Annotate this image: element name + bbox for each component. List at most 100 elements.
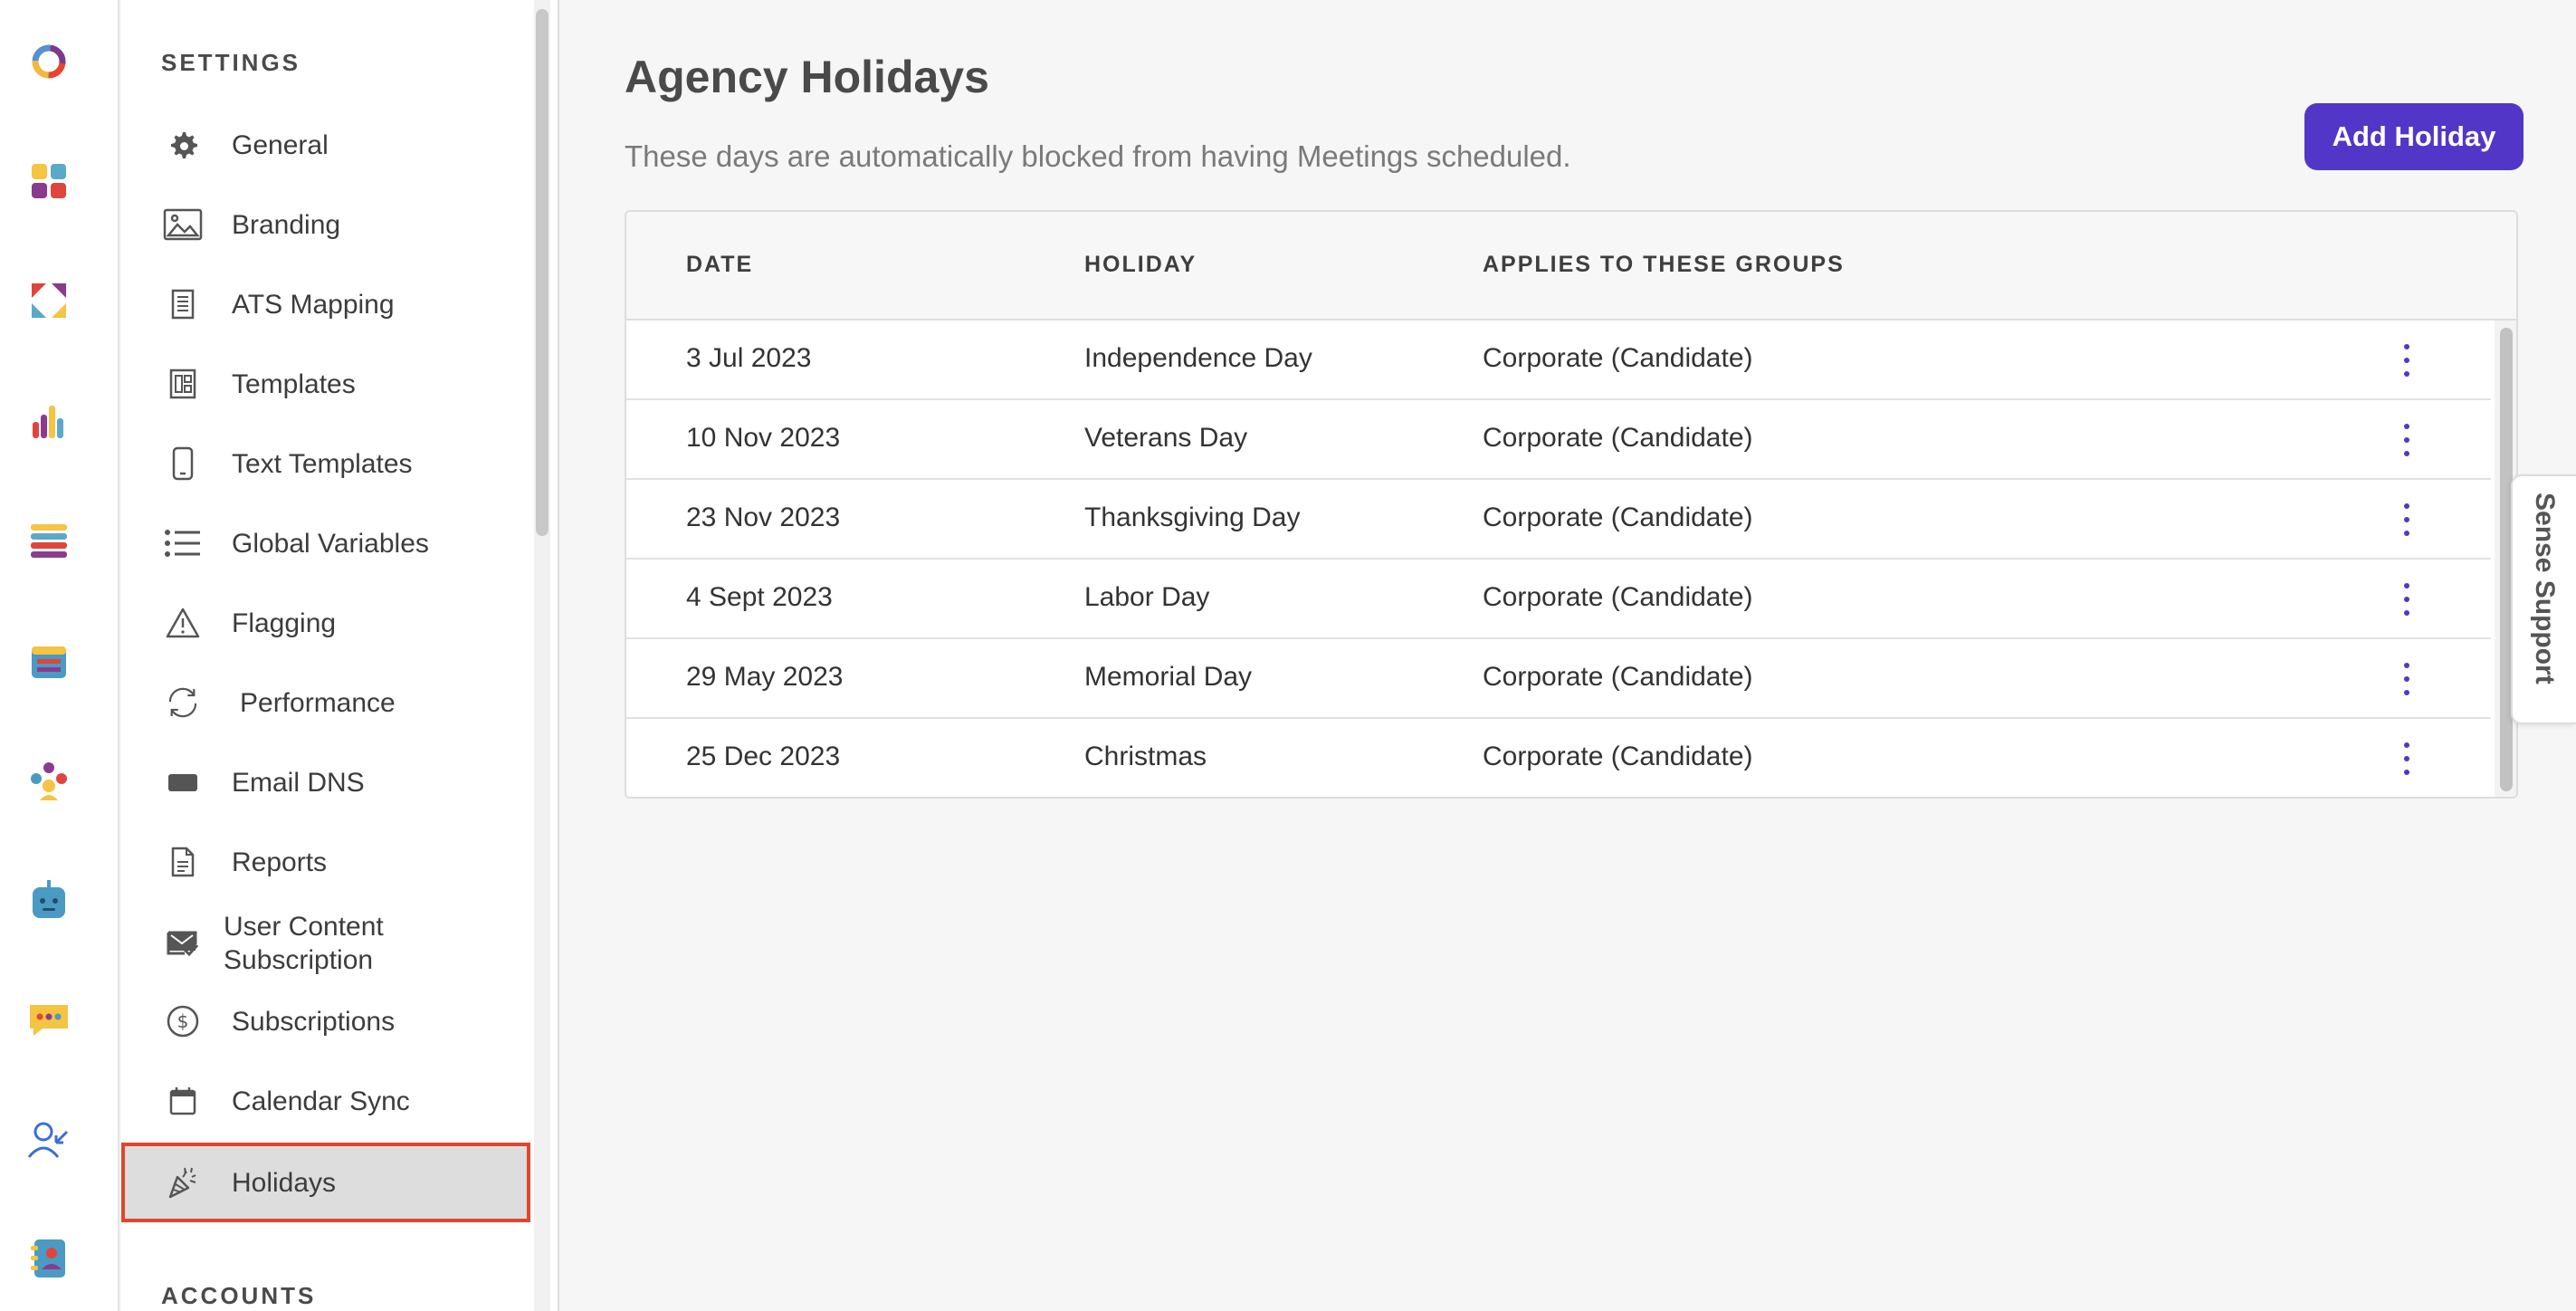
row-menu-icon[interactable] (2393, 659, 2420, 699)
apps-grid-icon[interactable] (24, 156, 74, 206)
cell-holiday: Christmas (1084, 742, 1207, 771)
calendar-icon[interactable] (24, 636, 74, 686)
row-menu-icon[interactable] (2393, 420, 2420, 460)
column-header-date[interactable]: DATE (686, 252, 753, 278)
sidebar-item-label: Holidays (232, 1167, 337, 1198)
sidebar-item-label: ATS Mapping (232, 289, 395, 320)
page-subtitle: These days are automatically blocked fro… (625, 139, 1571, 173)
robot-icon[interactable] (24, 875, 74, 925)
table-row[interactable]: 3 Jul 2023 Independence Day Corporate (C… (626, 321, 2491, 400)
arrows-exchange-icon[interactable] (24, 275, 74, 326)
sidebar-item-general[interactable]: General (121, 107, 529, 183)
holidays-table: DATE HOLIDAY APPLIES TO THESE GROUPS 3 J… (625, 210, 2518, 799)
bar-chart-icon[interactable] (24, 397, 74, 447)
sidebar-item-label: Email DNS (232, 767, 365, 798)
cell-groups: Corporate (Candidate) (1483, 343, 1753, 373)
table-row[interactable]: 25 Dec 2023 Christmas Corporate (Candida… (626, 719, 2491, 797)
refresh-icon (163, 683, 203, 722)
sidebar-item-label: General (232, 129, 329, 160)
cell-holiday: Memorial Day (1084, 662, 1253, 692)
sidebar-item-holidays[interactable]: Holidays (121, 1143, 530, 1222)
sidebar-item-label: Calendar Sync (232, 1086, 410, 1116)
row-menu-icon[interactable] (2393, 579, 2420, 619)
cell-date: 23 Nov 2023 (686, 502, 841, 532)
cell-groups: Corporate (Candidate) (1483, 742, 1753, 771)
document-list-icon (163, 284, 203, 324)
row-menu-icon[interactable] (2393, 739, 2420, 779)
sidebar-item-branding[interactable]: Branding (121, 187, 529, 263)
column-header-groups[interactable]: APPLIES TO THESE GROUPS (1483, 252, 1845, 278)
sidebar-item-performance[interactable]: Performance (121, 665, 529, 741)
sidebar-item-label: Branding (232, 209, 341, 240)
cell-date: 29 May 2023 (686, 662, 844, 692)
gear-icon (163, 125, 203, 165)
dollar-circle-icon: $ (163, 1001, 203, 1041)
sidebar-item-label: Global Variables (232, 528, 429, 559)
image-icon (163, 205, 203, 244)
logo-ring-icon[interactable] (24, 36, 74, 87)
cell-date: 25 Dec 2023 (686, 742, 841, 771)
table-row[interactable]: 29 May 2023 Memorial Day Corporate (Cand… (626, 639, 2491, 719)
warning-triangle-icon (163, 603, 203, 643)
sidebar-item-label: Templates (232, 368, 356, 399)
cell-date: 3 Jul 2023 (686, 343, 812, 373)
sense-support-tab[interactable]: Sense Support (2511, 474, 2576, 724)
cell-holiday: Thanksgiving Day (1084, 502, 1301, 532)
table-header: DATE HOLIDAY APPLIES TO THESE GROUPS (626, 212, 2516, 321)
cell-groups: Corporate (Candidate) (1483, 502, 1753, 532)
cell-date: 10 Nov 2023 (686, 423, 841, 453)
table-row[interactable]: 10 Nov 2023 Veterans Day Corporate (Cand… (626, 400, 2491, 480)
sidebar-item-label: Text Templates (232, 448, 413, 479)
sidebar-item-reports[interactable]: Reports (121, 824, 529, 900)
cell-holiday: Labor Day (1084, 582, 1210, 612)
party-popper-icon (163, 1163, 203, 1202)
sense-support-label: Sense Support (2530, 493, 2560, 684)
table-row[interactable]: 23 Nov 2023 Thanksgiving Day Corporate (… (626, 480, 2491, 560)
sidebar-item-calendar-sync[interactable]: Calendar Sync (121, 1063, 529, 1139)
sidebar-item-label: Subscriptions (232, 1006, 396, 1037)
sidebar-item-user-content-subscription[interactable]: User Content Subscription (121, 904, 529, 983)
sidebar-item-label: User Content Subscription (224, 912, 384, 975)
cell-holiday: Independence Day (1084, 343, 1312, 373)
sidebar-item-email-dns[interactable]: Email DNS (121, 744, 529, 820)
sidebar-item-ats-mapping[interactable]: ATS Mapping (121, 266, 529, 342)
cell-groups: Corporate (Candidate) (1483, 662, 1753, 692)
cell-date: 4 Sept 2023 (686, 582, 833, 612)
sidebar-item-label: Performance (240, 687, 396, 718)
sidebar-item-label: Reports (232, 847, 328, 877)
sidebar-item-templates[interactable]: Templates (121, 346, 529, 422)
settings-scrollbar-thumb[interactable] (536, 9, 549, 536)
cell-groups: Corporate (Candidate) (1483, 582, 1753, 612)
email-block-icon (163, 762, 203, 802)
accounts-section-title: ACCOUNTS (161, 1282, 317, 1309)
settings-section-title: SETTINGS (161, 49, 301, 76)
mail-check-icon (163, 923, 203, 963)
user-arrow-icon[interactable] (24, 1114, 74, 1164)
row-menu-icon[interactable] (2393, 500, 2420, 540)
list-icon[interactable] (24, 516, 74, 567)
people-group-icon[interactable] (24, 755, 74, 806)
bullet-list-icon (163, 523, 203, 563)
calendar-sync-icon (163, 1081, 203, 1121)
cell-groups: Corporate (Candidate) (1483, 423, 1753, 453)
page-title: Agency Holidays (625, 52, 989, 102)
sidebar-item-text-templates[interactable]: Text Templates (121, 426, 529, 502)
settings-sidebar: SETTINGS General Branding ATS Mapping Te… (121, 0, 559, 1311)
main-content: Agency Holidays These days are automatic… (561, 0, 2576, 1311)
sidebar-item-flagging[interactable]: Flagging (121, 585, 529, 661)
add-holiday-button[interactable]: Add Holiday (2304, 103, 2524, 170)
cell-holiday: Veterans Day (1084, 423, 1248, 453)
chat-bubble-icon[interactable] (24, 994, 74, 1045)
contact-book-icon[interactable] (24, 1233, 74, 1284)
table-row[interactable]: 4 Sept 2023 Labor Day Corporate (Candida… (626, 560, 2491, 639)
svg-text:$: $ (177, 1010, 189, 1032)
sidebar-item-global-variables[interactable]: Global Variables (121, 505, 529, 581)
column-header-holiday[interactable]: HOLIDAY (1084, 252, 1197, 278)
sidebar-item-label: Flagging (232, 608, 337, 638)
report-icon (163, 842, 203, 882)
template-icon (163, 364, 203, 404)
sidebar-item-subscriptions[interactable]: $ Subscriptions (121, 983, 529, 1059)
app-rail (0, 0, 119, 1311)
phone-icon (163, 444, 203, 483)
row-menu-icon[interactable] (2393, 340, 2420, 380)
